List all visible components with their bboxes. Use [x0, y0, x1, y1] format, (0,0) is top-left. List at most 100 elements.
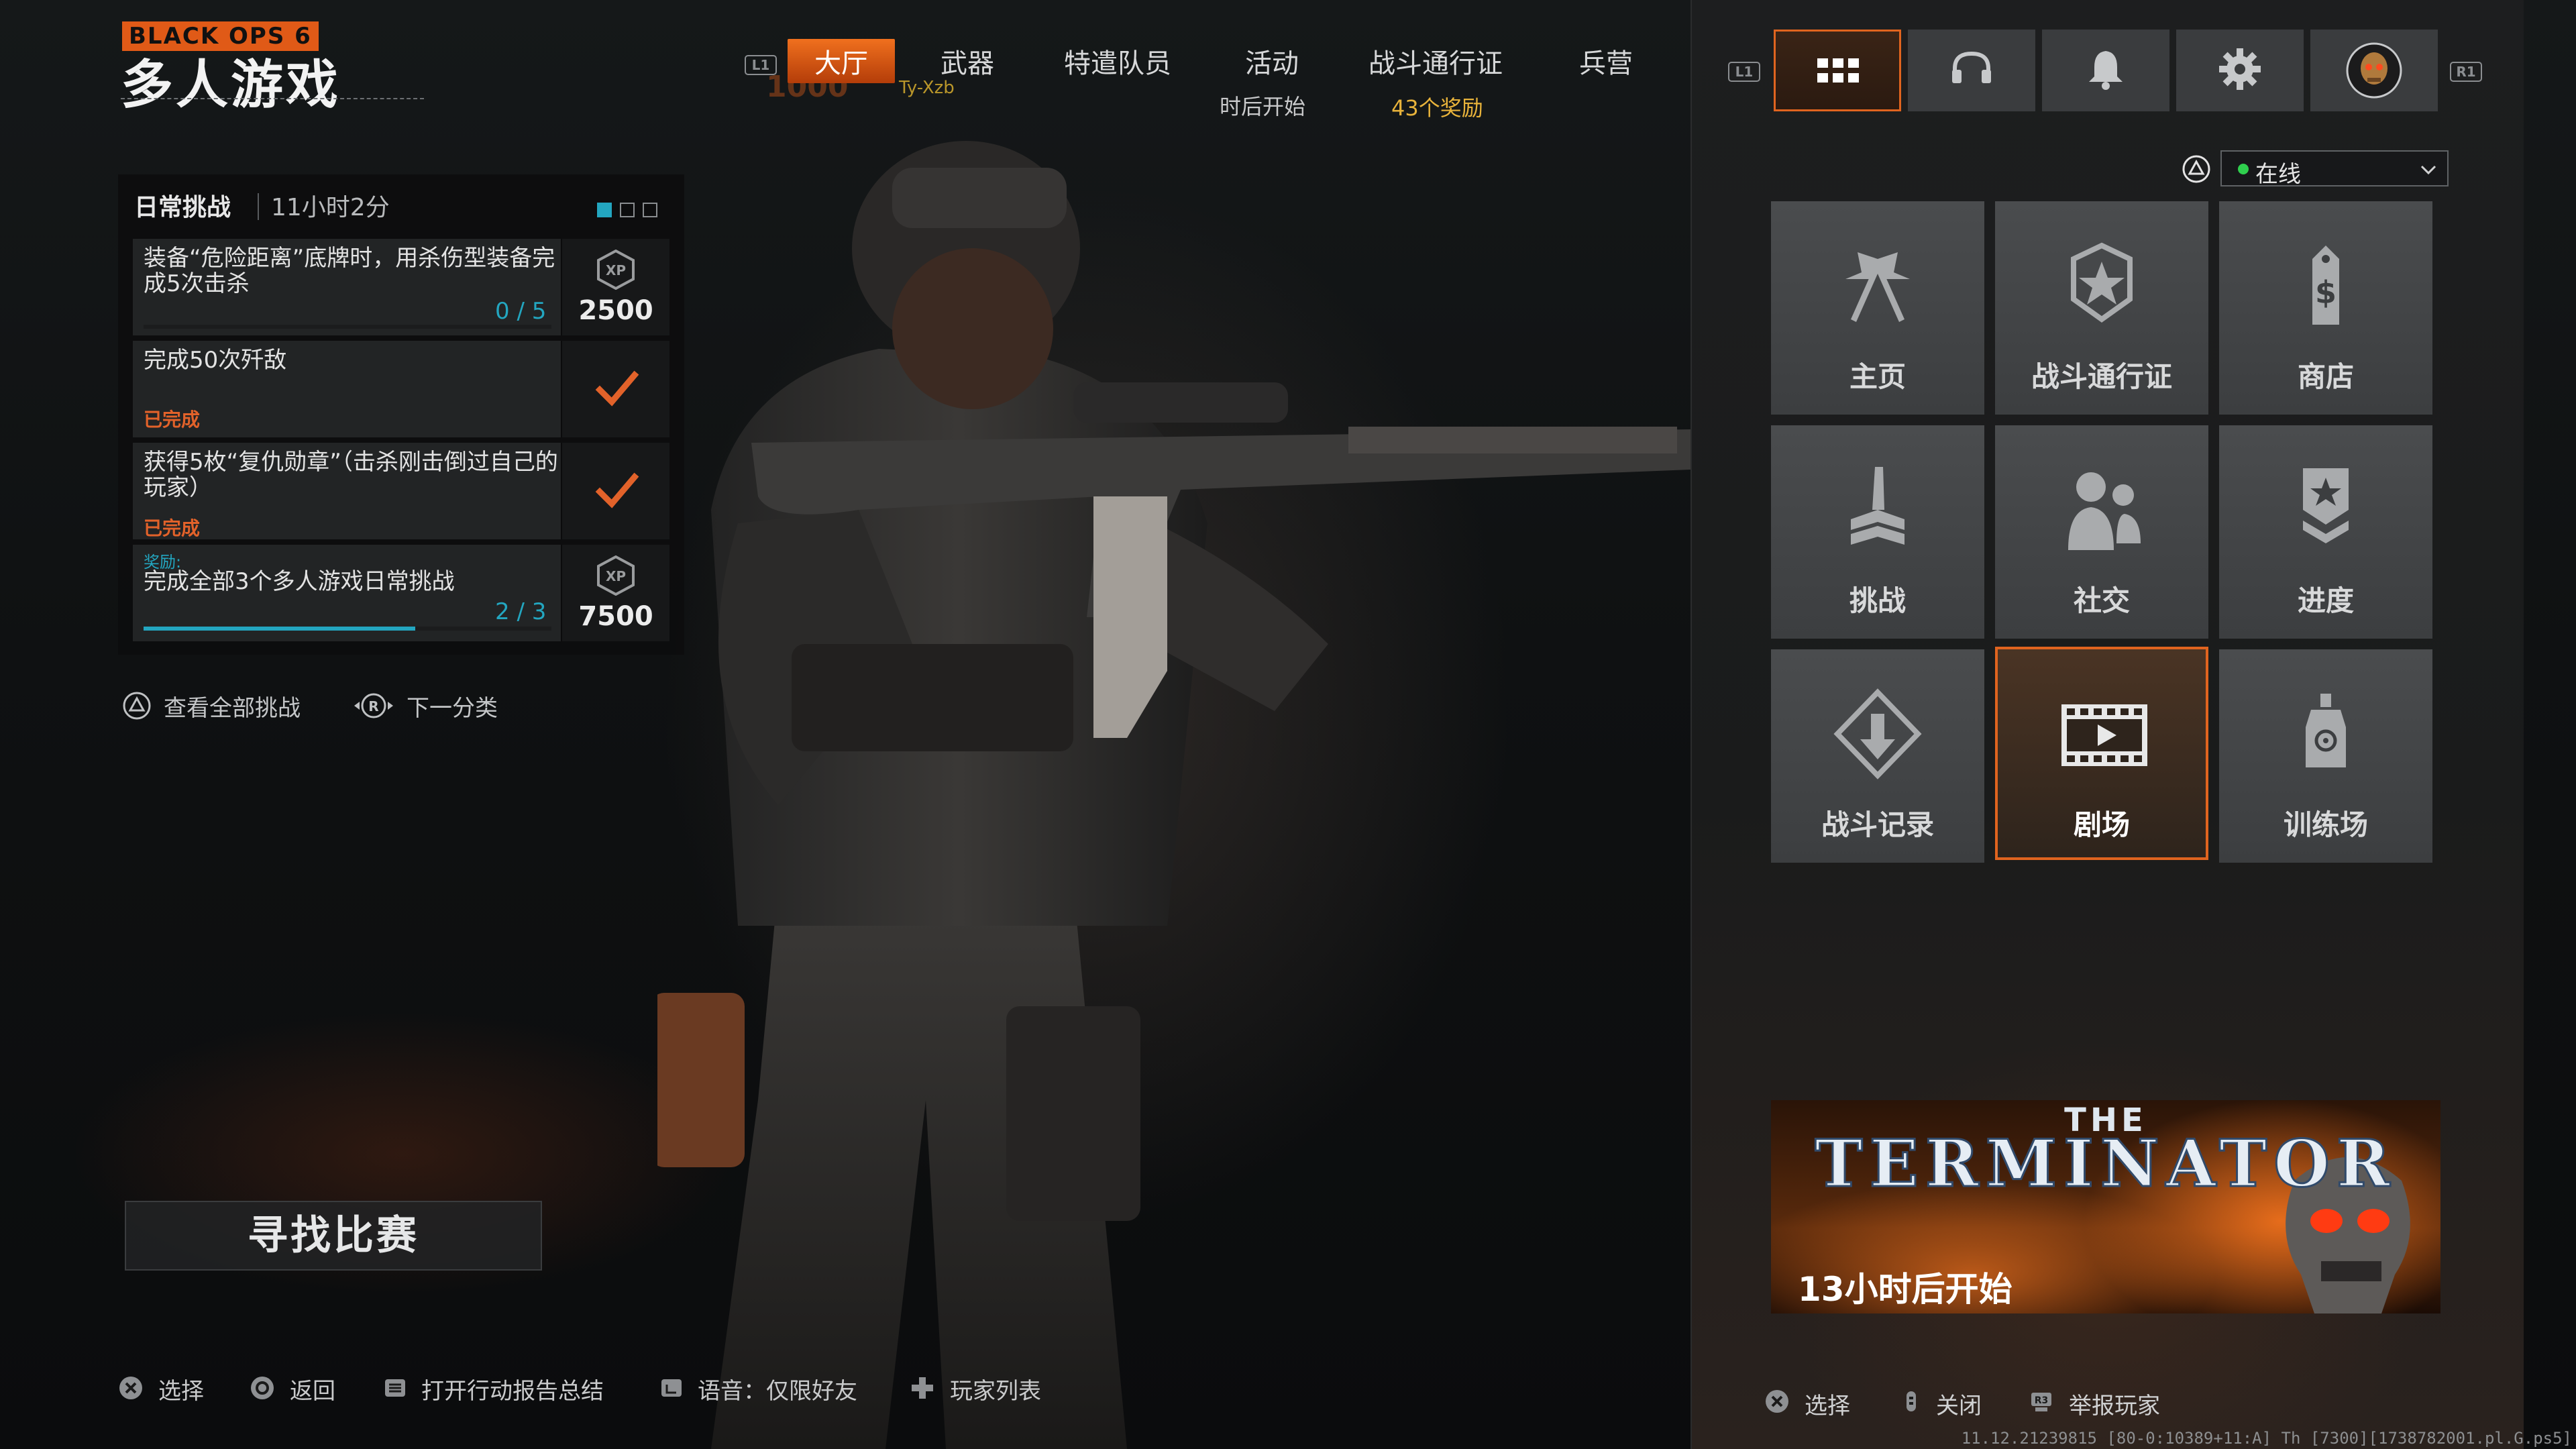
xp-reward-cell: XP 2500 [561, 239, 669, 335]
svg-text:$: $ [2315, 274, 2337, 311]
cross-button-icon [1766, 1390, 1788, 1413]
tile-label: 主页 [1849, 360, 1906, 393]
challenge-progress: 0 / 5 [495, 298, 547, 325]
tile-firing-range[interactable]: 训练场 [2219, 649, 2432, 863]
online-dot [2238, 164, 2249, 174]
notifications-button[interactable] [2042, 30, 2169, 111]
xp-reward-cell: XP 7500 [561, 545, 669, 641]
banner-title: TERMINATOR [1814, 1125, 2397, 1203]
triangle-button-icon [123, 692, 151, 720]
footer-back[interactable]: 返回 [290, 1373, 335, 1405]
panel-footer-close[interactable]: 关闭 [1936, 1387, 1982, 1420]
tile-label: 挑战 [1849, 584, 1906, 617]
headset-icon [1952, 51, 1991, 83]
profile-button[interactable] [2310, 30, 2438, 111]
svg-text:XP: XP [606, 568, 626, 584]
footer-player-list[interactable]: 玩家列表 [950, 1373, 1041, 1405]
online-status-dropdown[interactable]: 在线 [2220, 150, 2449, 188]
flags-icon [1845, 252, 1910, 322]
xp-icon: XP [597, 250, 635, 290]
check-cell [561, 341, 669, 437]
bell-icon [2089, 51, 2123, 90]
people-icon [2068, 472, 2141, 550]
target-dummy-icon [2306, 694, 2346, 767]
next-category[interactable]: 下一分类 [407, 690, 498, 722]
tile-theater[interactable]: 剧场 [1995, 647, 2208, 860]
xp-amount: 7500 [578, 601, 653, 632]
tab-events[interactable]: 活动 [1245, 42, 1299, 80]
banner-countdown: 13小时后开始 [1798, 1270, 2012, 1309]
tab-barracks[interactable]: 兵营 [1579, 42, 1633, 80]
panel-footer-select[interactable]: 选择 [1805, 1387, 1850, 1420]
footer-select[interactable]: 选择 [158, 1373, 204, 1405]
tile-social[interactable]: 社交 [1995, 425, 2208, 639]
challenge-row[interactable]: 装备“危险距离”底牌时，用杀伤型装备完成5次击杀 0 / 5 XP 2500 [133, 239, 669, 335]
checkmark-icon [595, 370, 639, 407]
grid-menu-button[interactable] [1774, 30, 1901, 111]
challenge-progress-bar [144, 627, 551, 631]
player-tag: Ty-Xzb [899, 78, 955, 98]
daily-challenges-panel: 日常挑战 11小时2分 装备“危险距离”底牌时，用杀伤型装备完成5次击杀 0 /… [118, 174, 684, 655]
cross-button-icon [119, 1377, 142, 1399]
terminator-event-banner[interactable]: THE TERMINATOR 13小时后开始 [1771, 1100, 2440, 1313]
tab-lobby[interactable]: 大厅 [788, 39, 895, 83]
svg-text:R3: R3 [2035, 1395, 2049, 1406]
completed-label: 已完成 [144, 409, 201, 431]
tile-challenges[interactable]: 挑战 [1771, 425, 1984, 639]
view-all-challenges[interactable]: 查看全部挑战 [164, 690, 301, 722]
settings-button[interactable] [2176, 30, 2304, 111]
tab-battle-pass[interactable]: 战斗通行证 [1368, 42, 1503, 80]
r1-bumper-hint[interactable]: R1 [2450, 62, 2482, 82]
gear-icon [2219, 48, 2261, 90]
find-match-button[interactable]: 寻找比赛 [125, 1201, 542, 1271]
dpad-icon [912, 1377, 933, 1399]
options-button-icon [385, 1379, 405, 1397]
build-version: 11.12.21239815 [80-0:10389+11:A] Th [730… [1961, 1429, 2572, 1448]
grid-icon [1817, 58, 1859, 83]
tab-operators[interactable]: 特遣队员 [1064, 42, 1171, 80]
tile-combat-record[interactable]: 战斗记录 [1771, 649, 1984, 863]
tab-weapons[interactable]: 武器 [941, 42, 994, 80]
film-icon [2061, 704, 2147, 766]
tile-battle-pass[interactable]: 战斗通行证 [1995, 201, 2208, 415]
page-indicator-2 [620, 203, 635, 217]
daily-challenges-heading: 日常挑战 [134, 194, 231, 221]
challenge-row[interactable]: 奖励: 完成全部3个多人游戏日常挑战 2 / 3 XP 7500 [133, 545, 669, 641]
tile-home[interactable]: 主页 [1771, 201, 1984, 415]
xp-icon: XP [597, 555, 635, 596]
chevron-down-icon [2420, 165, 2436, 175]
page-title: 多人游戏 [121, 55, 341, 115]
triangle-button-icon [2182, 155, 2210, 183]
panel-footer-report-player[interactable]: 举报玩家 [2069, 1387, 2160, 1420]
tile-label: 商店 [2297, 360, 2354, 393]
progress-fill [144, 627, 416, 631]
check-cell [561, 443, 669, 539]
footer-after-action-report[interactable]: 打开行动报告总结 [421, 1373, 604, 1405]
footer-voice-setting[interactable]: 语音：仅限好友 [698, 1373, 857, 1405]
title-underline [121, 98, 424, 99]
operator-model [657, 141, 1690, 1449]
battle-pass-subtitle: 43个奖励 [1391, 95, 1483, 121]
tile-label: 进度 [2297, 584, 2354, 617]
challenge-row[interactable]: 获得5枚“复仇勋章”（击杀刚击倒过自己的玩家） 已完成 [133, 443, 669, 539]
challenge-text: 装备“危险距离”底牌时，用杀伤型装备完成5次击杀 [144, 245, 555, 297]
tile-store[interactable]: $ 商店 [2219, 201, 2432, 415]
page-indicator-3 [643, 203, 657, 217]
l1-bumper-hint[interactable]: L1 [1728, 62, 1760, 82]
challenge-text: 完成全部3个多人游戏日常挑战 [144, 568, 455, 595]
tile-label: 训练场 [2283, 808, 2368, 841]
tile-progression[interactable]: 进度 [2219, 425, 2432, 639]
party-button[interactable] [1908, 30, 2035, 111]
svg-text:R: R [368, 698, 378, 714]
challenge-progress-bar [144, 325, 551, 329]
price-tag-icon: $ [2312, 246, 2339, 325]
tile-label: 剧场 [2073, 808, 2130, 841]
challenge-text: 获得5枚“复仇勋章”（击杀刚击倒过自己的玩家） [144, 449, 558, 501]
star-badge-icon [2071, 242, 2133, 323]
challenge-progress: 2 / 3 [495, 598, 547, 625]
r3-stick-icon [1907, 1391, 1916, 1411]
challenge-row[interactable]: 完成50次歼敌 已完成 [133, 341, 669, 437]
tile-label: 战斗记录 [1821, 808, 1934, 841]
completed-label: 已完成 [144, 517, 201, 539]
combat-record-icon [1833, 688, 1922, 780]
